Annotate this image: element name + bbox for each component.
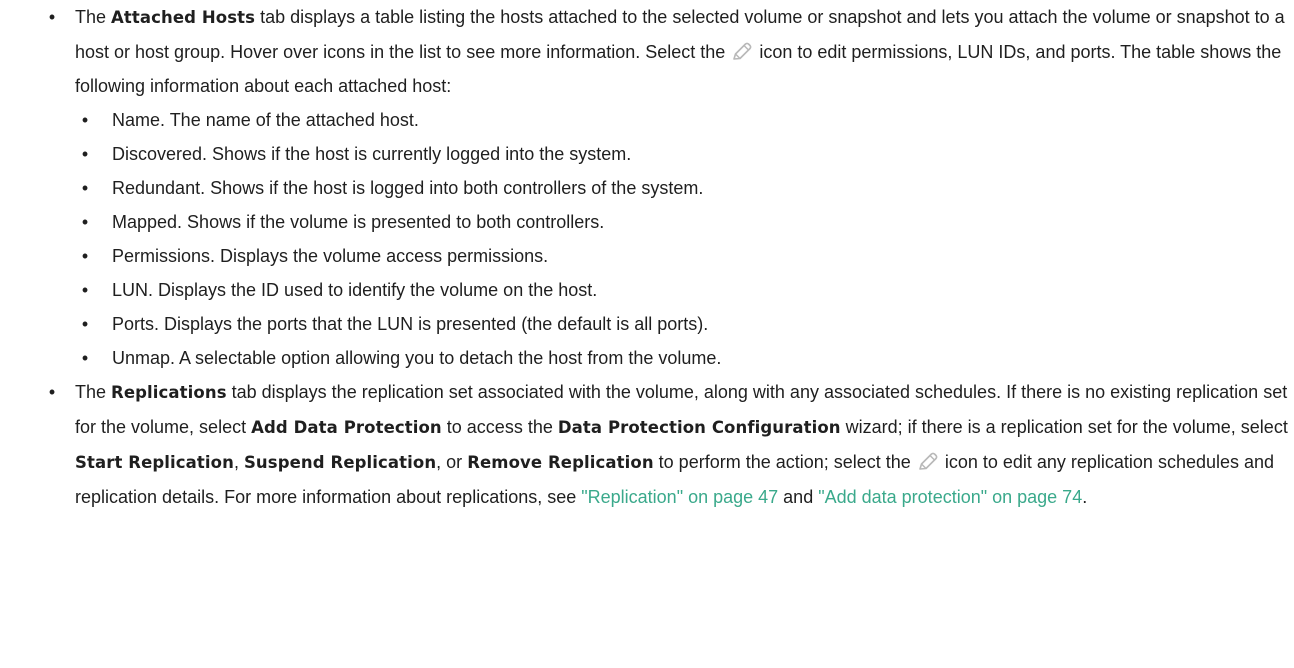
bullet-icon: • (81, 144, 89, 164)
bullet-icon: • (81, 280, 89, 300)
attached-hosts-bullet: • The Attached Hosts tab displays a tabl… (40, 0, 1290, 375)
pencil-icon (919, 452, 938, 470)
bullet-icon: • (81, 246, 89, 266)
bullet-icon: • (48, 382, 56, 402)
text-run: wizard; if there is a replication set fo… (840, 417, 1288, 437)
attached-hosts-columns-list: • Name. The name of the attached host. •… (75, 103, 1290, 375)
text-run: and (778, 487, 819, 507)
pencil-icon (733, 42, 752, 60)
text-run: , (233, 452, 244, 472)
text-run: The (75, 382, 112, 402)
replications-paragraph: The Replications tab displays the replic… (75, 375, 1290, 514)
replications-bullet: • The Replications tab displays the repl… (40, 375, 1290, 514)
bullet-icon: • (81, 348, 89, 368)
list-item-text: LUN. Displays the ID used to identify th… (112, 280, 598, 300)
text-run: to access the (441, 417, 558, 437)
list-item-text: Discovered. Shows if the host is current… (112, 144, 632, 164)
list-item: • Permissions. Displays the volume access… (75, 239, 1290, 273)
list-item: • Discovered. Shows if the host is curren… (75, 137, 1290, 171)
start-replication-label: Start Replication (75, 453, 234, 472)
text-run: , or (436, 452, 468, 472)
text-run: . (1082, 487, 1088, 507)
document-body: • The Attached Hosts tab displays a tabl… (40, 0, 1290, 514)
bullet-icon: • (81, 178, 89, 198)
list-item: • Ports. Displays the ports that the LUN … (75, 307, 1290, 341)
attached-hosts-tab-name: Attached Hosts (111, 8, 256, 27)
bullet-icon: • (81, 314, 89, 334)
bullet-icon: • (81, 212, 89, 232)
list-item: • LUN. Displays the ID used to identify t… (75, 273, 1290, 307)
list-item-text: Name. The name of the attached host. (112, 110, 419, 130)
list-item: • Name. The name of the attached host. (75, 103, 1290, 137)
list-item: • Mapped. Shows if the volume is presente… (75, 205, 1290, 239)
add-data-protection-page-link[interactable]: "Add data protection" on page 74 (818, 487, 1082, 507)
text-run: The (75, 7, 112, 27)
remove-replication-label: Remove Replication (467, 453, 654, 472)
bullet-icon: • (48, 7, 56, 27)
replications-tab-name: Replications (111, 383, 227, 402)
attached-hosts-paragraph: The Attached Hosts tab displays a table … (75, 0, 1290, 103)
suspend-replication-label: Suspend Replication (243, 453, 437, 472)
list-item-text: Mapped. Shows if the volume is presented… (112, 212, 605, 232)
list-item-text: Permissions. Displays the volume access … (112, 246, 549, 266)
list-item-text: Ports. Displays the ports that the LUN i… (112, 314, 709, 334)
list-item: • Unmap. A selectable option allowing you… (75, 341, 1290, 375)
replication-page-link[interactable]: "Replication" on page 47 (581, 487, 778, 507)
bullet-icon: • (81, 110, 89, 130)
list-item-text: Redundant. Shows if the host is logged i… (112, 178, 704, 198)
data-protection-wizard-name: Data Protection Configuration (557, 418, 841, 437)
add-data-protection-label: Add Data Protection (251, 418, 442, 437)
list-item: • Redundant. Shows if the host is logged … (75, 171, 1290, 205)
text-run: to perform the action; select the (653, 452, 916, 472)
list-item-text: Unmap. A selectable option allowing you … (112, 348, 722, 368)
